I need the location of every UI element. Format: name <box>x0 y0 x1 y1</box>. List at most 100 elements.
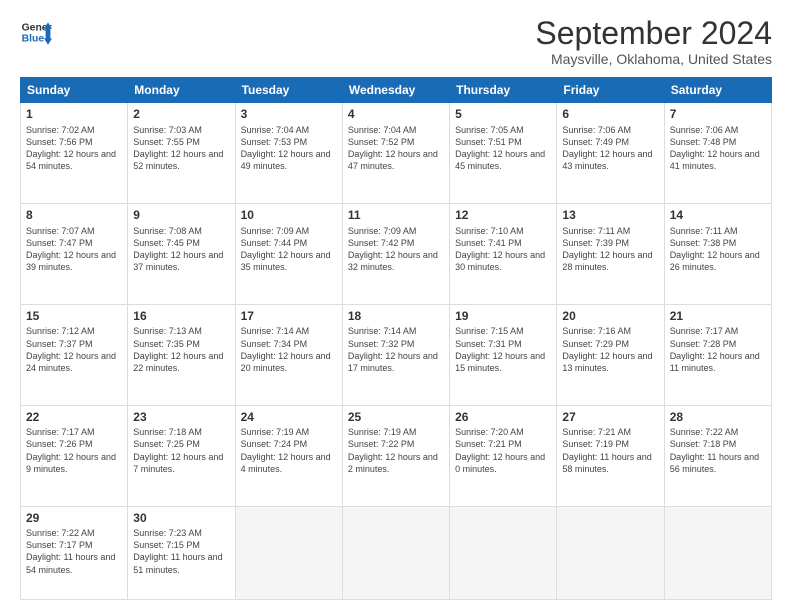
day-cell: 10Sunrise: 7:09 AMSunset: 7:44 PMDayligh… <box>235 204 342 305</box>
day-number: 6 <box>562 107 658 123</box>
day-cell: 1Sunrise: 7:02 AMSunset: 7:56 PMDaylight… <box>21 103 128 204</box>
day-number: 1 <box>26 107 122 123</box>
day-cell: 25Sunrise: 7:19 AMSunset: 7:22 PMDayligh… <box>342 405 449 506</box>
day-number: 23 <box>133 410 229 426</box>
day-cell: 3Sunrise: 7:04 AMSunset: 7:53 PMDaylight… <box>235 103 342 204</box>
week-row-3: 15Sunrise: 7:12 AMSunset: 7:37 PMDayligh… <box>21 304 772 405</box>
subtitle: Maysville, Oklahoma, United States <box>535 51 772 67</box>
day-info: Sunrise: 7:02 AMSunset: 7:56 PMDaylight:… <box>26 124 122 173</box>
day-info: Sunrise: 7:15 AMSunset: 7:31 PMDaylight:… <box>455 325 551 374</box>
day-cell: 17Sunrise: 7:14 AMSunset: 7:34 PMDayligh… <box>235 304 342 405</box>
day-number: 2 <box>133 107 229 123</box>
day-cell: 30Sunrise: 7:23 AMSunset: 7:15 PMDayligh… <box>128 506 235 600</box>
day-info: Sunrise: 7:07 AMSunset: 7:47 PMDaylight:… <box>26 225 122 274</box>
logo-icon: General Blue <box>20 16 52 48</box>
day-number: 7 <box>670 107 766 123</box>
day-info: Sunrise: 7:22 AMSunset: 7:18 PMDaylight:… <box>670 426 766 475</box>
week-row-1: 1Sunrise: 7:02 AMSunset: 7:56 PMDaylight… <box>21 103 772 204</box>
day-number: 19 <box>455 309 551 325</box>
title-block: September 2024 Maysville, Oklahoma, Unit… <box>535 16 772 67</box>
day-info: Sunrise: 7:13 AMSunset: 7:35 PMDaylight:… <box>133 325 229 374</box>
day-info: Sunrise: 7:14 AMSunset: 7:32 PMDaylight:… <box>348 325 444 374</box>
day-number: 5 <box>455 107 551 123</box>
day-info: Sunrise: 7:12 AMSunset: 7:37 PMDaylight:… <box>26 325 122 374</box>
day-number: 20 <box>562 309 658 325</box>
col-header-friday: Friday <box>557 78 664 103</box>
day-cell: 15Sunrise: 7:12 AMSunset: 7:37 PMDayligh… <box>21 304 128 405</box>
logo: General Blue <box>20 16 52 48</box>
day-cell: 18Sunrise: 7:14 AMSunset: 7:32 PMDayligh… <box>342 304 449 405</box>
day-cell <box>664 506 771 600</box>
day-info: Sunrise: 7:22 AMSunset: 7:17 PMDaylight:… <box>26 527 122 576</box>
day-info: Sunrise: 7:11 AMSunset: 7:38 PMDaylight:… <box>670 225 766 274</box>
main-title: September 2024 <box>535 16 772 51</box>
day-cell: 28Sunrise: 7:22 AMSunset: 7:18 PMDayligh… <box>664 405 771 506</box>
day-cell: 9Sunrise: 7:08 AMSunset: 7:45 PMDaylight… <box>128 204 235 305</box>
day-cell: 5Sunrise: 7:05 AMSunset: 7:51 PMDaylight… <box>450 103 557 204</box>
day-cell: 23Sunrise: 7:18 AMSunset: 7:25 PMDayligh… <box>128 405 235 506</box>
day-number: 29 <box>26 511 122 527</box>
day-cell: 13Sunrise: 7:11 AMSunset: 7:39 PMDayligh… <box>557 204 664 305</box>
col-header-monday: Monday <box>128 78 235 103</box>
day-cell: 7Sunrise: 7:06 AMSunset: 7:48 PMDaylight… <box>664 103 771 204</box>
calendar-table: SundayMondayTuesdayWednesdayThursdayFrid… <box>20 77 772 600</box>
day-cell <box>235 506 342 600</box>
day-info: Sunrise: 7:11 AMSunset: 7:39 PMDaylight:… <box>562 225 658 274</box>
day-number: 14 <box>670 208 766 224</box>
day-number: 3 <box>241 107 337 123</box>
day-number: 12 <box>455 208 551 224</box>
day-cell: 26Sunrise: 7:20 AMSunset: 7:21 PMDayligh… <box>450 405 557 506</box>
day-info: Sunrise: 7:18 AMSunset: 7:25 PMDaylight:… <box>133 426 229 475</box>
day-number: 21 <box>670 309 766 325</box>
day-number: 27 <box>562 410 658 426</box>
day-cell: 6Sunrise: 7:06 AMSunset: 7:49 PMDaylight… <box>557 103 664 204</box>
day-number: 25 <box>348 410 444 426</box>
day-info: Sunrise: 7:04 AMSunset: 7:52 PMDaylight:… <box>348 124 444 173</box>
day-info: Sunrise: 7:16 AMSunset: 7:29 PMDaylight:… <box>562 325 658 374</box>
header: General Blue September 2024 Maysville, O… <box>20 16 772 67</box>
day-cell: 27Sunrise: 7:21 AMSunset: 7:19 PMDayligh… <box>557 405 664 506</box>
week-row-5: 29Sunrise: 7:22 AMSunset: 7:17 PMDayligh… <box>21 506 772 600</box>
day-number: 13 <box>562 208 658 224</box>
day-number: 16 <box>133 309 229 325</box>
day-number: 8 <box>26 208 122 224</box>
day-info: Sunrise: 7:10 AMSunset: 7:41 PMDaylight:… <box>455 225 551 274</box>
day-cell: 8Sunrise: 7:07 AMSunset: 7:47 PMDaylight… <box>21 204 128 305</box>
week-row-4: 22Sunrise: 7:17 AMSunset: 7:26 PMDayligh… <box>21 405 772 506</box>
day-info: Sunrise: 7:14 AMSunset: 7:34 PMDaylight:… <box>241 325 337 374</box>
day-number: 26 <box>455 410 551 426</box>
day-cell: 11Sunrise: 7:09 AMSunset: 7:42 PMDayligh… <box>342 204 449 305</box>
day-info: Sunrise: 7:21 AMSunset: 7:19 PMDaylight:… <box>562 426 658 475</box>
day-cell: 29Sunrise: 7:22 AMSunset: 7:17 PMDayligh… <box>21 506 128 600</box>
day-info: Sunrise: 7:05 AMSunset: 7:51 PMDaylight:… <box>455 124 551 173</box>
day-number: 4 <box>348 107 444 123</box>
day-cell: 21Sunrise: 7:17 AMSunset: 7:28 PMDayligh… <box>664 304 771 405</box>
day-number: 18 <box>348 309 444 325</box>
day-cell: 22Sunrise: 7:17 AMSunset: 7:26 PMDayligh… <box>21 405 128 506</box>
day-cell: 16Sunrise: 7:13 AMSunset: 7:35 PMDayligh… <box>128 304 235 405</box>
week-row-2: 8Sunrise: 7:07 AMSunset: 7:47 PMDaylight… <box>21 204 772 305</box>
day-cell <box>342 506 449 600</box>
day-info: Sunrise: 7:17 AMSunset: 7:26 PMDaylight:… <box>26 426 122 475</box>
day-info: Sunrise: 7:08 AMSunset: 7:45 PMDaylight:… <box>133 225 229 274</box>
day-cell: 19Sunrise: 7:15 AMSunset: 7:31 PMDayligh… <box>450 304 557 405</box>
day-info: Sunrise: 7:03 AMSunset: 7:55 PMDaylight:… <box>133 124 229 173</box>
day-number: 24 <box>241 410 337 426</box>
day-number: 30 <box>133 511 229 527</box>
calendar-header-row: SundayMondayTuesdayWednesdayThursdayFrid… <box>21 78 772 103</box>
page: General Blue September 2024 Maysville, O… <box>0 0 792 612</box>
day-info: Sunrise: 7:09 AMSunset: 7:42 PMDaylight:… <box>348 225 444 274</box>
day-info: Sunrise: 7:23 AMSunset: 7:15 PMDaylight:… <box>133 527 229 576</box>
day-cell: 14Sunrise: 7:11 AMSunset: 7:38 PMDayligh… <box>664 204 771 305</box>
day-number: 9 <box>133 208 229 224</box>
day-cell: 4Sunrise: 7:04 AMSunset: 7:52 PMDaylight… <box>342 103 449 204</box>
day-info: Sunrise: 7:04 AMSunset: 7:53 PMDaylight:… <box>241 124 337 173</box>
day-info: Sunrise: 7:17 AMSunset: 7:28 PMDaylight:… <box>670 325 766 374</box>
col-header-saturday: Saturday <box>664 78 771 103</box>
day-info: Sunrise: 7:19 AMSunset: 7:22 PMDaylight:… <box>348 426 444 475</box>
day-cell: 12Sunrise: 7:10 AMSunset: 7:41 PMDayligh… <box>450 204 557 305</box>
day-number: 28 <box>670 410 766 426</box>
day-cell: 20Sunrise: 7:16 AMSunset: 7:29 PMDayligh… <box>557 304 664 405</box>
day-info: Sunrise: 7:06 AMSunset: 7:48 PMDaylight:… <box>670 124 766 173</box>
svg-text:Blue: Blue <box>22 34 45 45</box>
